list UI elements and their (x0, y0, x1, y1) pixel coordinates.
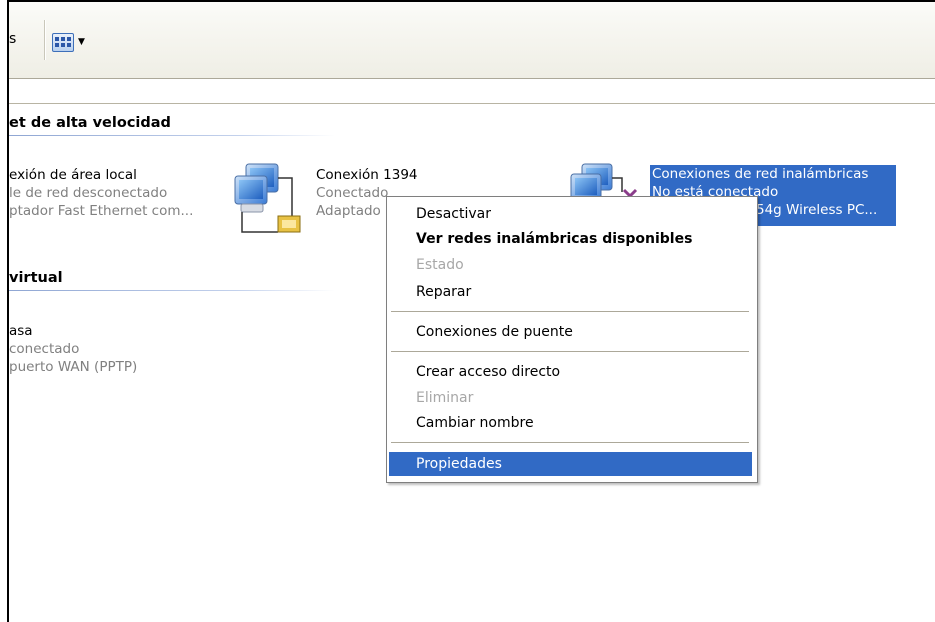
menu-item-disable[interactable]: Desactivar (389, 202, 752, 226)
group-heading-virtual: virtual (9, 270, 63, 286)
network-connection-icon[interactable] (232, 162, 312, 236)
address-bar-area (9, 79, 935, 103)
connection-device: puerto WAN (PPTP) (9, 359, 138, 375)
menu-item-bridge-connections[interactable]: Conexiones de puente (389, 320, 752, 344)
menu-separator (391, 351, 749, 352)
connection-name: asa (9, 323, 33, 339)
views-button[interactable]: ▼ (52, 28, 102, 56)
menu-item-view-wireless-networks[interactable]: Ver redes inalámbricas disponibles (389, 227, 752, 251)
views-icon (52, 32, 74, 52)
menu-item-properties[interactable]: Propiedades (389, 452, 752, 476)
toolbar-separator (44, 20, 45, 60)
menu-item-status[interactable]: Estado (389, 253, 752, 277)
connection-name: Conexiones de red inalámbricas (652, 166, 869, 182)
connection-local-area[interactable]: exión de área local le de red desconecta… (9, 166, 193, 220)
menu-item-repair[interactable]: Reparar (389, 280, 752, 304)
address-bar-divider (9, 103, 935, 104)
menu-item-create-shortcut[interactable]: Crear acceso directo (389, 360, 752, 384)
group-heading-underline (9, 135, 335, 136)
menu-separator (391, 442, 749, 443)
connection-status: conectado (9, 341, 80, 357)
dropdown-arrow-icon[interactable]: ▼ (78, 37, 85, 47)
toolbar-label-fragment[interactable]: s (9, 31, 16, 47)
connection-name: Conexión 1394 (316, 167, 418, 183)
menu-item-rename[interactable]: Cambiar nombre (389, 411, 752, 435)
menu-separator (391, 311, 749, 312)
menu-item-delete[interactable]: Eliminar (389, 386, 752, 410)
toolbar: s ▼ (9, 2, 935, 78)
group-heading-high-speed: et de alta velocidad (9, 115, 171, 131)
connection-name: exión de área local (9, 167, 137, 183)
group-heading-underline (9, 290, 335, 291)
context-menu: Desactivar Ver redes inalámbricas dispon… (386, 196, 758, 483)
connection-device: ptador Fast Ethernet com... (9, 203, 194, 219)
connection-vpn[interactable]: asa conectado puerto WAN (PPTP) (9, 322, 137, 376)
connection-status: le de red desconectado (9, 185, 168, 201)
